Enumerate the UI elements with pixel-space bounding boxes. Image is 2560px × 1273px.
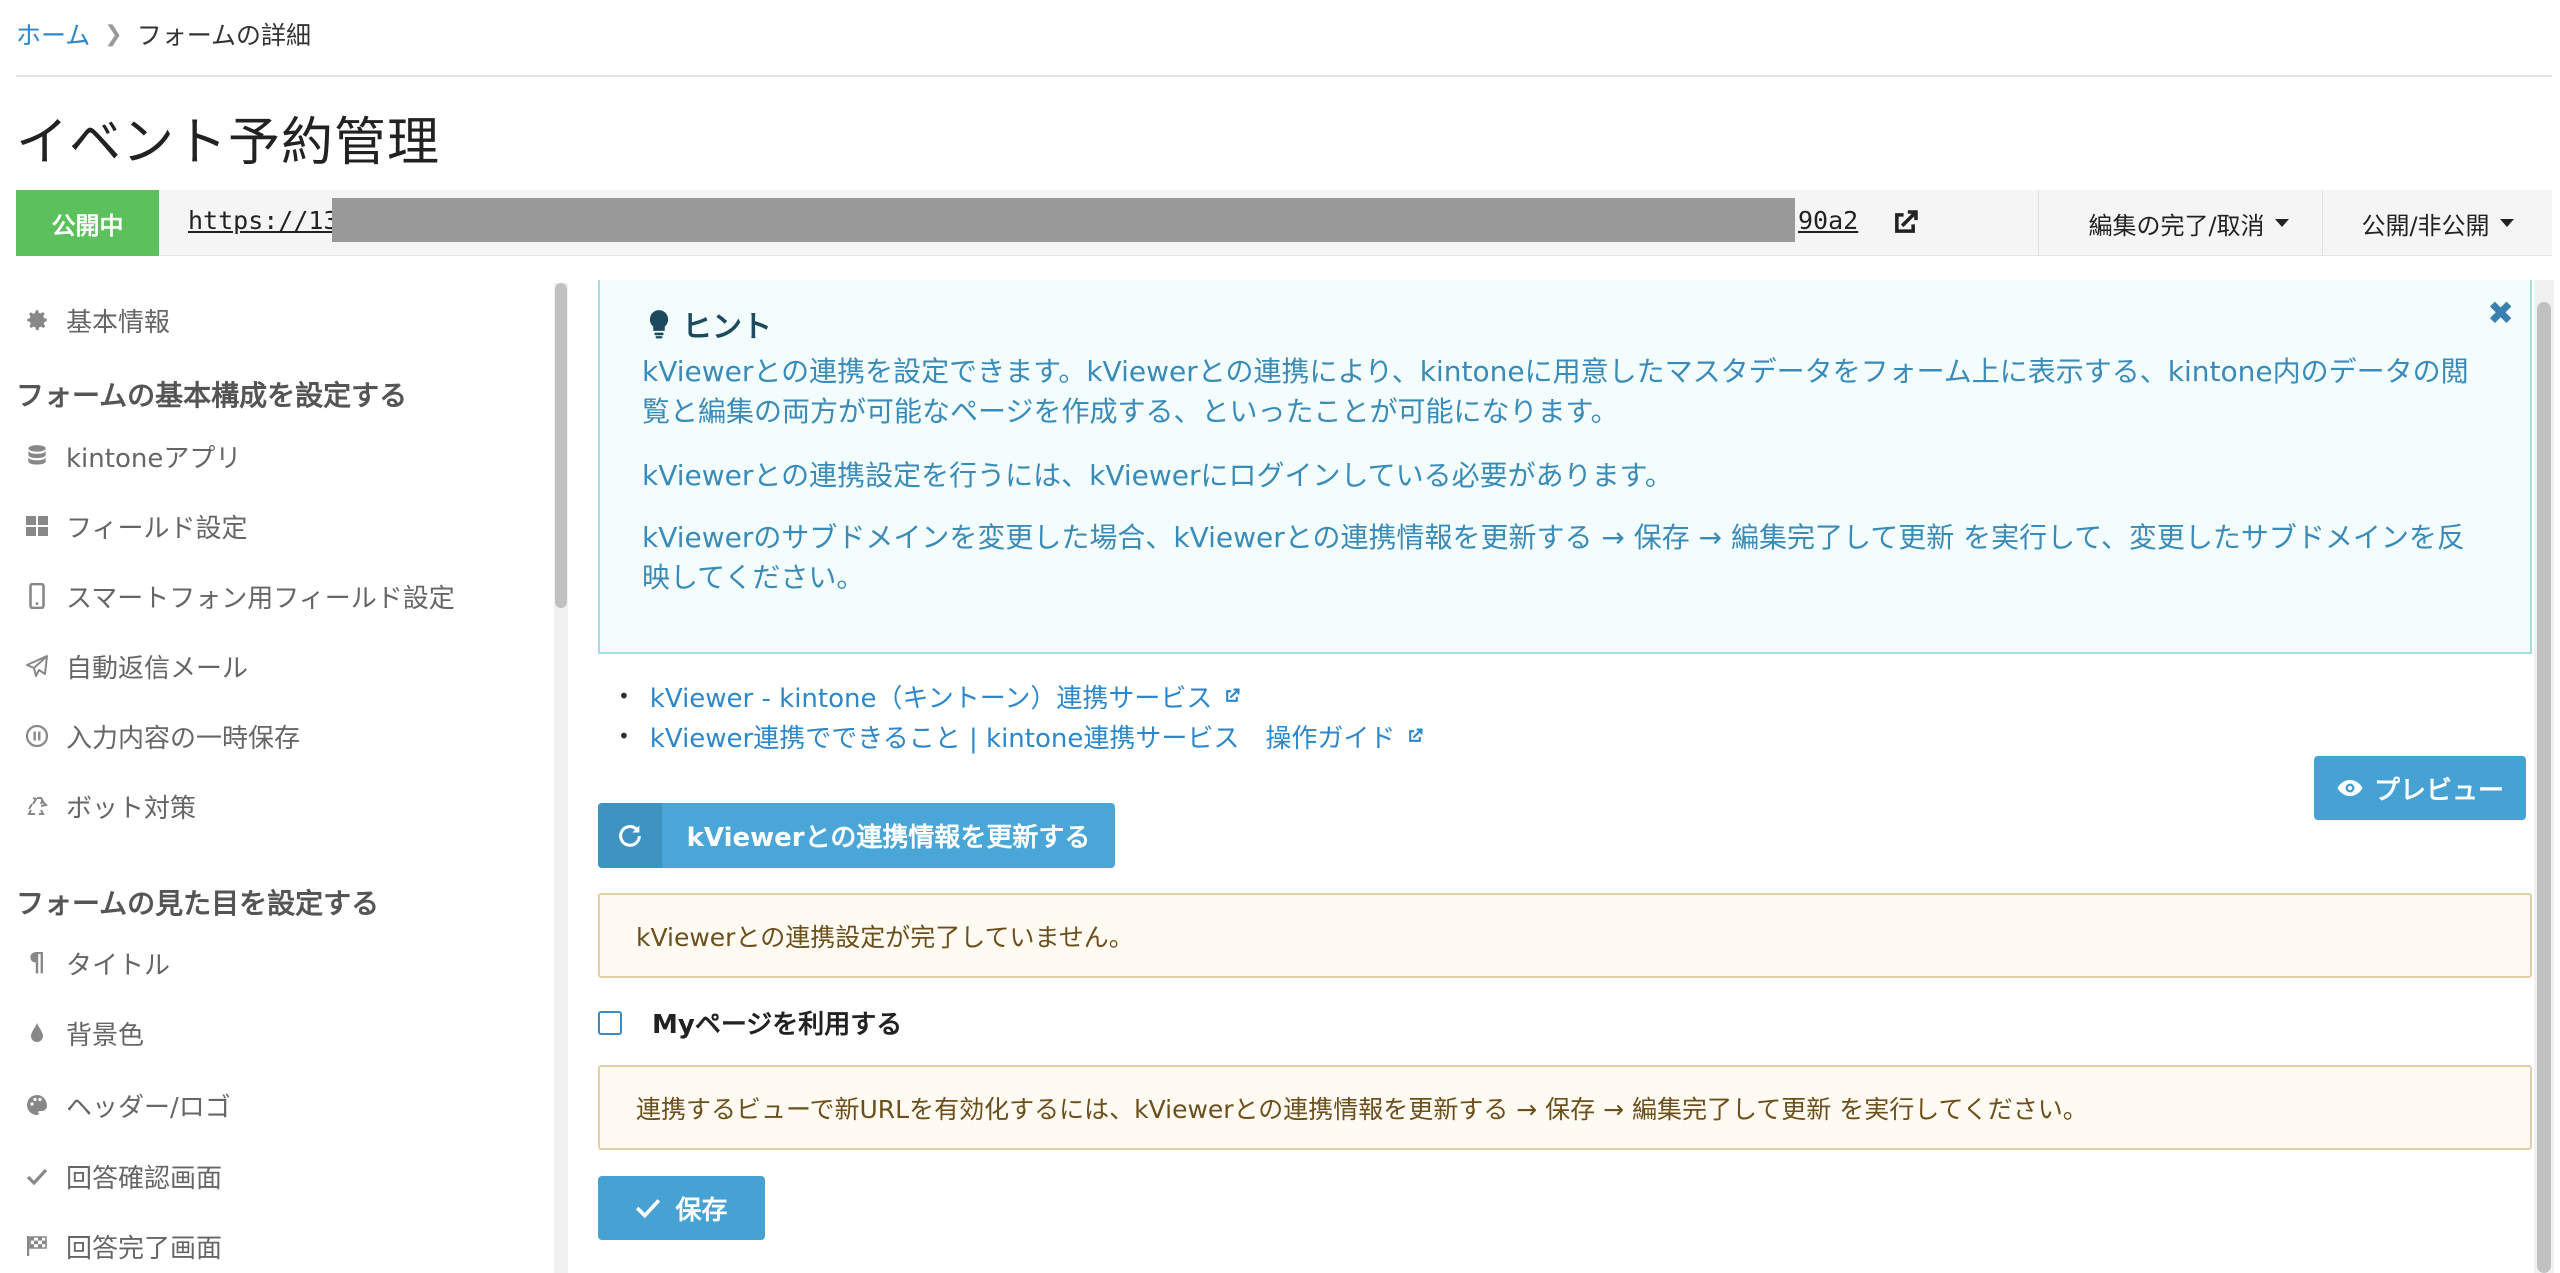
hint-paragraph: kViewerのサブドメインを変更した場合、kViewerとの連携情報を更新する… (642, 521, 2465, 594)
caret-down-icon (2274, 219, 2289, 227)
external-link-icon (1226, 688, 1240, 702)
close-icon[interactable]: ✖ (2487, 294, 2514, 332)
refresh-icon (598, 803, 662, 868)
paragraph-icon: ¶ (28, 948, 46, 978)
hint-paragraph: kViewerとの連携設定を行うには、kViewerにログインしている必要があり… (642, 459, 1673, 492)
sidebar-item-label: 回答完了画面 (66, 1233, 223, 1264)
status-badge: 公開中 (16, 190, 159, 256)
preview-button[interactable]: プレビュー (2314, 756, 2526, 820)
list-item: • kViewer連携でできること | kintone連携サービス 操作ガイド (618, 716, 1425, 756)
refresh-button-label: kViewerとの連携情報を更新する (686, 823, 1091, 853)
sidebar-item-label: 背景色 (66, 1020, 145, 1051)
kviewer-guide-link[interactable]: kViewer連携でできること | kintone連携サービス 操作ガイド (650, 718, 1396, 755)
database-icon (24, 443, 50, 469)
save-button-label: 保存 (675, 1195, 728, 1226)
caret-down-icon (2499, 219, 2514, 227)
breadcrumb-current: フォームの詳細 (136, 21, 311, 50)
sidebar-item-basic-info[interactable]: 基本情報 (24, 300, 170, 340)
external-link-icon[interactable] (1888, 206, 1922, 240)
sidebar-item-title[interactable]: ¶ タイトル (24, 943, 170, 983)
edit-menu-label: 編集の完了/取消 (2088, 211, 2265, 240)
chevron-right-icon: ❯ (104, 21, 123, 47)
sidebar-item-label: ヘッダー/ロゴ (66, 1092, 231, 1123)
refresh-kviewer-link-button[interactable]: kViewerとの連携情報を更新する (598, 803, 1115, 868)
save-button[interactable]: 保存 (598, 1176, 765, 1240)
breadcrumb: ホーム ❯ フォームの詳細 (16, 14, 311, 54)
redacted-url-mask (332, 198, 1795, 242)
tint-icon (24, 1020, 50, 1046)
grid-icon (24, 513, 50, 539)
main-scrollbar-thumb[interactable] (2537, 302, 2551, 1273)
sidebar-item-field-settings[interactable]: フィールド設定 (24, 506, 247, 546)
external-link-icon (1409, 728, 1423, 742)
sidebar-item-label: タイトル (66, 950, 171, 981)
sidebar-section-heading: フォームの見た目を設定する (16, 887, 380, 920)
page-title: イベント予約管理 (16, 113, 441, 173)
sidebar-item-header-logo[interactable]: ヘッダー/ロゴ (24, 1085, 231, 1125)
mypage-checkbox[interactable] (598, 1010, 622, 1035)
list-item: • kViewer - kintone（キントーン）連携サービス (618, 676, 1425, 716)
form-url-bar: 公開中 https://13d 90a2 編集の完了/取消 公開/非公開 (16, 190, 2552, 256)
paper-plane-icon (24, 653, 50, 679)
check-icon (24, 1163, 50, 1189)
preview-button-label: プレビュー (2373, 775, 2504, 806)
sidebar-item-auto-reply-mail[interactable]: 自動返信メール (24, 646, 248, 686)
sidebar-item-label: ボット対策 (66, 793, 197, 824)
kviewer-service-link[interactable]: kViewer - kintone（キントーン）連携サービス (650, 678, 1213, 715)
form-url-link-tail[interactable]: 90a2 (1798, 206, 1858, 235)
check-icon (636, 1199, 661, 1219)
sidebar-scrollbar-thumb[interactable] (555, 283, 567, 608)
publish-menu-label: 公開/非公開 (2361, 211, 2490, 240)
flag-checkered-icon (24, 1233, 50, 1259)
hint-panel: ヒント ✖ kViewerとの連携を設定できます。kViewerとの連携により、… (598, 280, 2532, 654)
sidebar-item-label: 基本情報 (66, 307, 171, 338)
hint-title-text: ヒント (682, 310, 772, 345)
palette-icon (24, 1092, 50, 1118)
sidebar-item-label: kintoneアプリ (66, 443, 242, 474)
alert-new-url-notice: 連携するビューで新URLを有効化するには、kViewerとの連携情報を更新する … (598, 1065, 2532, 1150)
form-url-link[interactable]: https://13d (188, 206, 354, 235)
edit-complete-cancel-dropdown[interactable]: 編集の完了/取消 (2038, 190, 2338, 256)
bullet: • (618, 724, 630, 748)
sidebar-item-smartphone-fields[interactable]: スマートフォン用フィールド設定 (24, 576, 455, 616)
eye-icon (2337, 780, 2363, 796)
sidebar-item-background-color[interactable]: 背景色 (24, 1013, 144, 1053)
mypage-option: Myページを利用する (598, 1004, 902, 1041)
hint-title: ヒント (646, 302, 772, 346)
sidebar-item-temporary-save[interactable]: 入力内容の一時保存 (24, 716, 300, 756)
sidebar-section-heading: フォームの基本構成を設定する (16, 379, 408, 412)
alert-not-configured: kViewerとの連携設定が完了していません。 (598, 893, 2532, 978)
lightbulb-icon (649, 310, 669, 339)
bullet: • (618, 684, 630, 708)
sidebar-item-completion-screen[interactable]: 回答完了画面 (24, 1226, 222, 1266)
sidebar-item-label: 入力内容の一時保存 (66, 723, 301, 754)
breadcrumb-home-link[interactable]: ホーム (16, 16, 90, 52)
divider (16, 75, 2552, 77)
gear-icon (24, 307, 50, 333)
publish-toggle-dropdown[interactable]: 公開/非公開 (2322, 190, 2552, 256)
mypage-label[interactable]: Myページを利用する (652, 1004, 902, 1041)
reference-links: • kViewer - kintone（キントーン）連携サービス • kView… (618, 676, 1425, 756)
sidebar-item-label: 自動返信メール (66, 653, 249, 684)
recycle-icon (24, 793, 50, 819)
sidebar-item-confirmation-screen[interactable]: 回答確認画面 (24, 1156, 222, 1196)
sidebar-item-label: スマートフォン用フィールド設定 (66, 583, 455, 614)
sidebar-item-kintone-app[interactable]: kintoneアプリ (24, 436, 241, 476)
sidebar-item-label: 回答確認画面 (66, 1163, 223, 1194)
sidebar-item-label: フィールド設定 (66, 513, 248, 544)
sidebar-item-bot-protection[interactable]: ボット対策 (24, 786, 196, 826)
pause-circle-icon (24, 723, 50, 749)
mobile-icon (24, 583, 50, 609)
hint-paragraph: kViewerとの連携を設定できます。kViewerとの連携により、kinton… (642, 355, 2469, 428)
